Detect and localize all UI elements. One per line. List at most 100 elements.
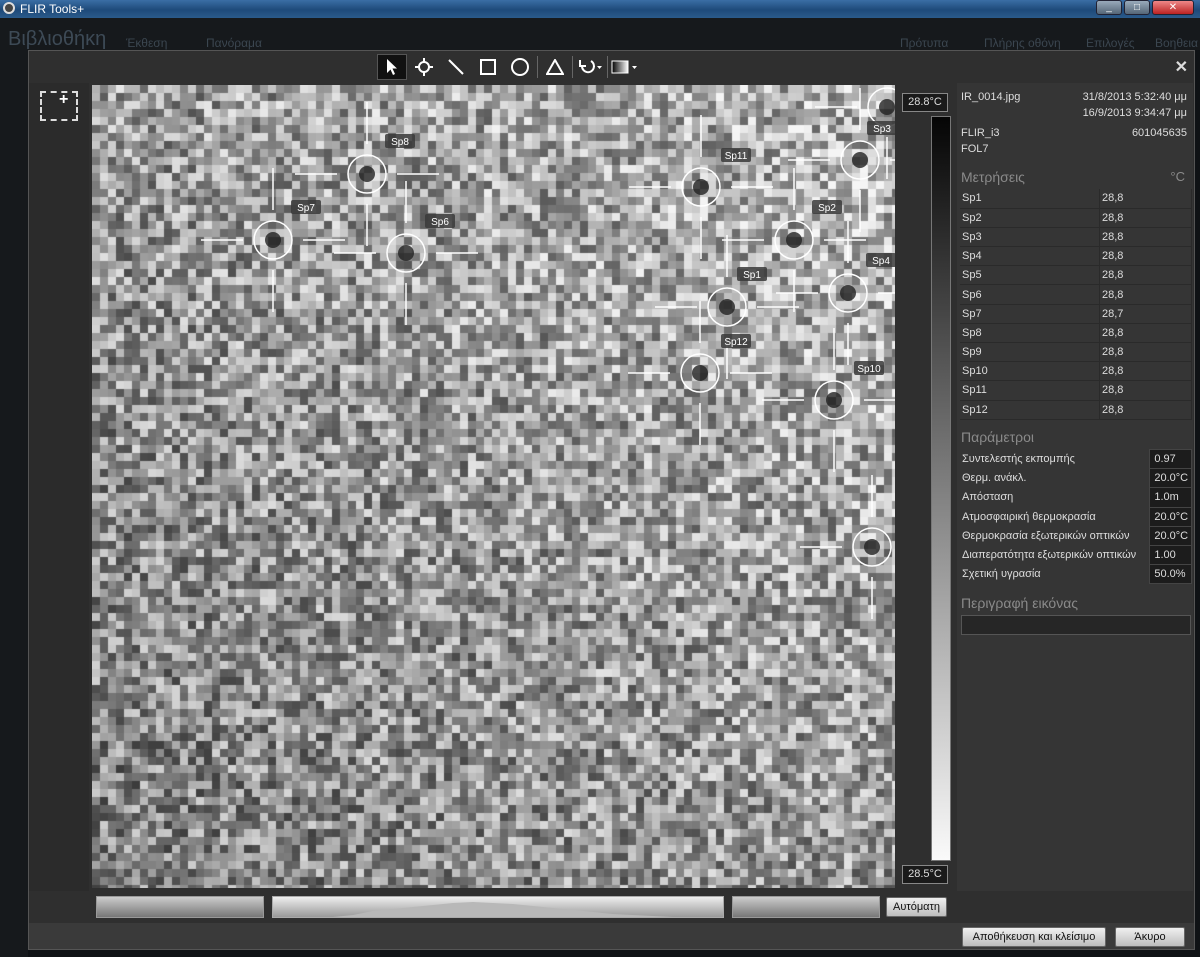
measurement-row[interactable]: Sp1 28,8 [960, 189, 1192, 209]
measurements-header: Μετρήσεις °C [961, 169, 1187, 185]
measurement-name: Sp9 [960, 342, 1100, 363]
scale-min-label[interactable]: 28.5°C [902, 865, 948, 884]
measurement-row[interactable]: Sp9 28,8 [960, 342, 1192, 363]
measurement-row[interactable]: Sp7 28,7 [960, 304, 1192, 324]
spot-marker[interactable]: Sp1 [655, 235, 799, 379]
spot-marker[interactable]: Sp6 [334, 181, 478, 325]
scale-max-label[interactable]: 28.8°C [902, 93, 948, 112]
save-close-button[interactable]: Αποθήκευση και κλείσιμο [962, 927, 1106, 947]
measurement-row[interactable]: Sp10 28,8 [960, 361, 1192, 382]
measurement-name: Sp8 [960, 323, 1100, 344]
nav-panorama[interactable]: Πανόραμα [206, 36, 262, 50]
description-field[interactable] [961, 615, 1191, 635]
nav-fullscreen[interactable]: Πλήρης οθόνη [984, 36, 1061, 50]
capture-date: 31/8/2013 5:32:40 μμ [1082, 91, 1187, 103]
histogram[interactable] [96, 896, 880, 920]
select-tool[interactable] [377, 54, 407, 80]
editor-toolbar [377, 54, 640, 80]
spot-marker[interactable]: Sp11 [629, 115, 773, 259]
info-panel: IR_0014.jpg 31/8/2013 5:32:40 μμ 16/9/20… [957, 83, 1193, 891]
measurement-row[interactable]: Sp3 28,8 [960, 227, 1192, 248]
toolbar-separator [537, 56, 538, 78]
spot-center [265, 232, 281, 248]
app-navbar: Βιβλιοθήκη Έκθεση Πανόραμα Πρότυπα Πλήρη… [0, 18, 1200, 50]
camera-serial: 601045635 [1131, 127, 1187, 139]
palette-tool[interactable] [610, 54, 640, 80]
nav-templates[interactable]: Πρότυπα [900, 36, 948, 50]
parameter-value[interactable]: 0.97 [1149, 448, 1192, 470]
parameter-name: Απόσταση [962, 491, 1014, 504]
palette-icon [611, 60, 637, 74]
measurements-title: Μετρήσεις [961, 169, 1025, 185]
spot-label: Sp10 [857, 364, 881, 375]
minimize-button[interactable]: _ [1096, 0, 1122, 15]
nav-help[interactable]: Βοηθεια [1155, 36, 1198, 50]
image-filename: IR_0014.jpg [961, 91, 1021, 103]
histogram-left-range [96, 896, 264, 918]
delta-tool[interactable] [540, 54, 570, 80]
spot-label: Sp6 [431, 217, 449, 228]
measurement-name: Sp10 [960, 361, 1100, 382]
toolbar-separator [572, 56, 573, 78]
parameter-row: Σχετική υγρασία 50.0% [960, 564, 1192, 585]
spot-marker[interactable]: Sp7 [201, 168, 345, 312]
arrow-pointer-icon [387, 59, 397, 75]
spot-marker[interactable]: Sp10 [762, 328, 895, 472]
measurement-row[interactable]: Sp12 28,8 [960, 400, 1192, 420]
spot-label: Sp1 [743, 270, 761, 281]
temperature-scale-bar [931, 116, 951, 861]
spot-marker[interactable] [800, 475, 895, 619]
measurement-name: Sp11 [960, 380, 1100, 401]
histogram-span[interactable] [272, 896, 724, 918]
description-header: Περιγραφή εικόνας [961, 595, 1187, 611]
parameters-title: Παράμετροι [961, 429, 1034, 445]
histogram-graph [333, 902, 673, 917]
measurement-value: 28,8 [1099, 361, 1192, 382]
measurement-row[interactable]: Sp5 28,8 [960, 265, 1192, 286]
rotate-tool[interactable] [575, 54, 605, 80]
spot-marker[interactable]: Sp12 [628, 301, 772, 445]
parameter-value[interactable]: 20.0°C [1149, 506, 1192, 527]
parameter-row: Διαπερατότητα εξωτερικών οπτικών 1.00 [960, 544, 1192, 566]
thermal-image[interactable]: Sp1 Sp2 Sp3 Sp4 Sp6 Sp7 Sp8 Sp10 Sp11 Sp12 [92, 85, 895, 888]
nav-report[interactable]: Έκθεση [126, 36, 167, 50]
nav-options[interactable]: Επιλογές [1086, 36, 1135, 50]
description-title: Περιγραφή εικόνας [961, 595, 1079, 611]
spot-label: Sp12 [724, 337, 748, 348]
window-titlebar: FLIR Tools+ _ □ ✕ [0, 0, 1200, 18]
measurement-row[interactable]: Sp4 28,8 [960, 246, 1192, 267]
measurement-row[interactable]: Sp11 28,8 [960, 380, 1192, 401]
parameter-row: Θερμοκρασία εξωτερικών οπτικών 20.0°C [960, 525, 1192, 546]
window-title: FLIR Tools+ [20, 2, 85, 16]
parameter-value[interactable]: 20.0°C [1149, 468, 1192, 489]
parameter-value[interactable]: 1.0m [1149, 487, 1192, 508]
close-dialog-button[interactable]: ✕ [1175, 57, 1188, 77]
measurement-row[interactable]: Sp2 28,8 [960, 208, 1192, 228]
parameter-value[interactable]: 1.00 [1149, 544, 1192, 566]
measurement-name: Sp5 [960, 265, 1100, 286]
nav-library[interactable]: Βιβλιοθήκη [8, 28, 106, 51]
flir-app-icon [3, 2, 15, 14]
dialog-footer: Αποθήκευση και κλείσιμο Άκυρο [29, 923, 1194, 949]
spot-marker[interactable]: Sp8 [295, 102, 439, 246]
auto-button[interactable]: Αυτόματη [886, 897, 947, 917]
spot-tool[interactable] [409, 54, 439, 80]
cancel-button[interactable]: Άκυρο [1115, 927, 1185, 947]
measurement-row[interactable]: Sp6 28,8 [960, 284, 1192, 305]
maximize-button[interactable]: □ [1124, 0, 1150, 15]
parameter-name: Σχετική υγρασία [962, 568, 1041, 581]
spot-center [826, 392, 842, 408]
line-tool[interactable] [441, 54, 471, 80]
measurement-row[interactable]: Sp8 28,8 [960, 323, 1192, 344]
parameter-row: Θερμ. ανάκλ. 20.0°C [960, 468, 1192, 489]
circle-tool[interactable] [505, 54, 535, 80]
measurement-value: 28,8 [1099, 284, 1192, 305]
measurement-value: 28,8 [1099, 400, 1192, 420]
box-tool[interactable] [473, 54, 503, 80]
add-image-button[interactable]: + [40, 91, 78, 121]
parameter-value[interactable]: 20.0°C [1149, 525, 1192, 546]
close-window-button[interactable]: ✕ [1152, 0, 1194, 15]
measurement-value: 28,8 [1099, 380, 1192, 401]
parameter-value[interactable]: 50.0% [1149, 564, 1192, 585]
measurement-name: Sp3 [960, 227, 1100, 248]
